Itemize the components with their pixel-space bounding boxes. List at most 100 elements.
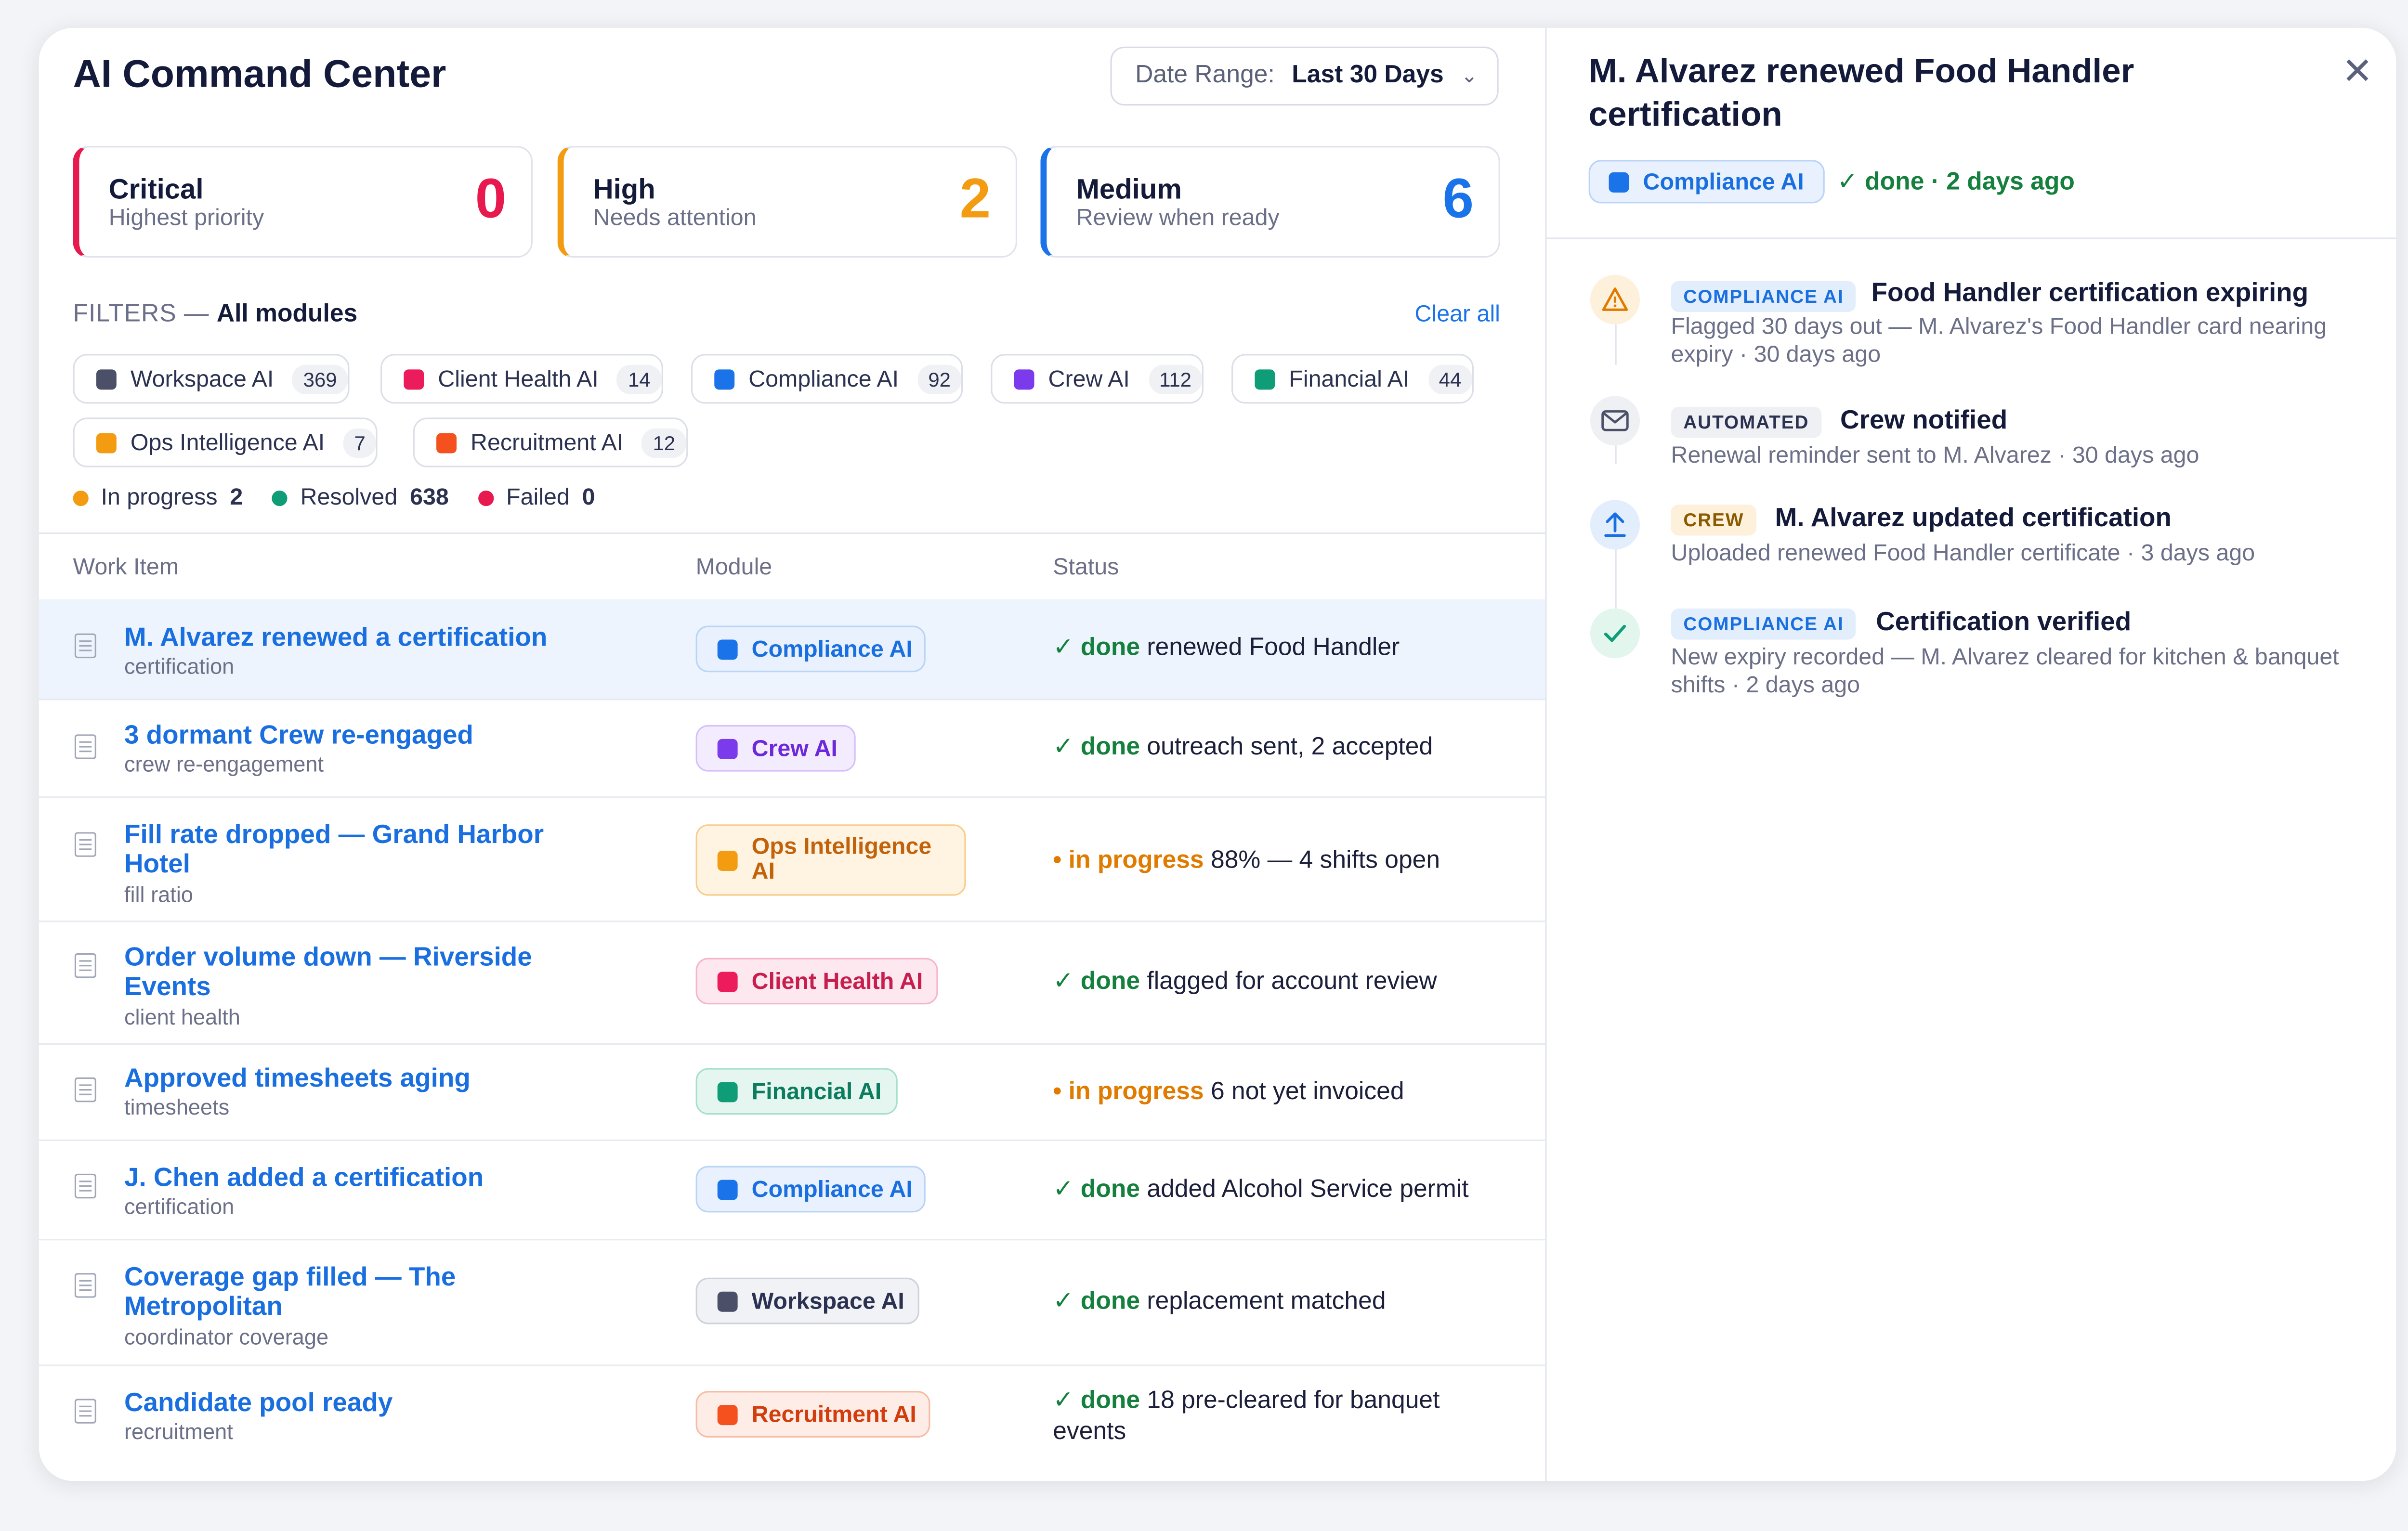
status-cell: • in progress 6 not yet invoiced — [1053, 1077, 1503, 1108]
document-icon — [74, 734, 96, 759]
detail-panel: M. Alvarez renewed Food Handler certific… — [1545, 28, 2396, 1481]
status-cell: • in progress 88% — 4 shifts open — [1053, 846, 1503, 877]
table-row[interactable]: Candidate pool ready recruitment Recruit… — [39, 1366, 1545, 1481]
work-item-title[interactable]: Approved timesheets aging — [124, 1064, 590, 1093]
module-color-swatch — [1014, 368, 1034, 389]
work-item-subtitle: timesheets — [124, 1094, 230, 1119]
table-row[interactable]: M. Alvarez renewed a certification certi… — [39, 599, 1545, 701]
document-icon — [74, 1173, 96, 1199]
chip-count: 14 — [617, 364, 662, 394]
legend-failed[interactable]: Failed 0 — [478, 484, 595, 511]
filter-chip-client-health-ai[interactable]: Client Health AI 14 — [380, 354, 663, 404]
table-row[interactable]: Fill rate dropped — Grand Harbor Hotel f… — [39, 798, 1545, 922]
module-badge: Financial AI — [695, 1068, 898, 1115]
module-color-swatch — [717, 850, 738, 870]
priority-card-critical[interactable]: Critical Highest priority 0 — [73, 146, 533, 258]
timeline-connector — [1615, 324, 1617, 365]
module-color-swatch — [717, 1291, 738, 1311]
event-headline: Certification verified — [1876, 607, 2132, 637]
detail-module-label: Compliance AI — [1643, 168, 1804, 195]
filter-chip-ops-intelligence-ai[interactable]: Ops Intelligence AI 7 — [73, 417, 378, 467]
module-badge-label: Workspace AI — [751, 1287, 904, 1314]
event-headline: Food Handler certification expiring — [1871, 278, 2309, 308]
module-badge: Compliance AI — [695, 625, 926, 673]
column-header-module[interactable]: Module — [696, 554, 772, 581]
work-item-title[interactable]: Coverage gap filled — The Metropolitan — [124, 1262, 590, 1322]
work-item-title[interactable]: J. Chen added a certification — [124, 1163, 590, 1192]
status-detail: 88% — 4 shifts open — [1211, 847, 1440, 874]
module-badge-label: Compliance AI — [751, 1176, 913, 1203]
event-headline: M. Alvarez updated certification — [1775, 503, 2172, 533]
module-badge: Crew AI — [695, 725, 856, 772]
status-detail: 6 not yet invoiced — [1211, 1079, 1404, 1105]
table-row[interactable]: 3 dormant Crew re-engaged crew re-engage… — [39, 700, 1545, 798]
status-check-icon: ✓ — [1053, 635, 1074, 662]
table-header: Work Item Module Status — [39, 532, 1545, 603]
status-state: done — [1080, 969, 1140, 995]
table-row[interactable]: J. Chen added a certification certificat… — [39, 1141, 1545, 1241]
clear-all-link[interactable]: Clear all — [1415, 301, 1500, 328]
priority-card-high[interactable]: High Needs attention 2 — [557, 146, 1018, 258]
chip-label: Compliance AI — [748, 365, 899, 392]
chip-count: 112 — [1148, 364, 1203, 394]
filter-chip-crew-ai[interactable]: Crew AI 112 — [991, 354, 1204, 404]
event-body: New expiry recorded — M. Alvarez cleared… — [1671, 644, 2339, 699]
module-badge: Workspace AI — [695, 1277, 919, 1324]
date-range-select[interactable]: Date Range: Last 30 Days ⌄ — [1110, 46, 1499, 106]
chip-label: Client Health AI — [438, 365, 599, 392]
filter-chip-workspace-ai[interactable]: Workspace AI 369 — [73, 354, 350, 404]
detail-title: M. Alvarez renewed Food Handler certific… — [1588, 51, 2134, 134]
detail-status: ✓ done · 2 days ago — [1837, 169, 2075, 196]
status-detail: renewed Food Handler — [1147, 635, 1400, 662]
filter-chip-financial-ai[interactable]: Financial AI 44 — [1231, 354, 1474, 404]
filter-chip-recruitment-ai[interactable]: Recruitment AI 12 — [413, 417, 688, 467]
event-body: Flagged 30 days out — M. Alvarez's Food … — [1671, 313, 2327, 368]
warning-icon — [1590, 274, 1640, 324]
priority-subtitle: Review when ready — [1076, 205, 1280, 232]
document-icon — [74, 1399, 96, 1424]
chip-label: Financial AI — [1289, 365, 1410, 392]
work-item-title[interactable]: M. Alvarez renewed a certification — [124, 623, 590, 652]
work-item-title[interactable]: Order volume down — Riverside Events — [124, 942, 590, 1001]
priority-count: 2 — [959, 166, 991, 230]
module-badge: Ops Intelligence AI — [695, 824, 966, 896]
module-badge: Recruitment AI — [695, 1391, 930, 1438]
column-header-work-item[interactable]: Work Item — [73, 554, 179, 581]
table-row[interactable]: Coverage gap filled — The Metropolitan c… — [39, 1240, 1545, 1366]
module-color-swatch — [714, 368, 735, 389]
command-center-card: AI Command Center Date Range: Last 30 Da… — [39, 28, 2396, 1481]
work-item-title[interactable]: Candidate pool ready — [124, 1388, 590, 1417]
priority-count: 0 — [475, 166, 507, 230]
chip-count: 92 — [917, 364, 962, 394]
chip-label: Recruitment AI — [471, 429, 624, 456]
status-dot — [272, 490, 288, 506]
status-detail: outreach sent, 2 accepted — [1147, 734, 1433, 761]
legend-in-progress[interactable]: In progress 2 — [73, 484, 243, 511]
table-row[interactable]: Order volume down — Riverside Events cli… — [39, 922, 1545, 1045]
column-header-status[interactable]: Status — [1053, 554, 1119, 581]
table-row[interactable]: Approved timesheets aging timesheets Fin… — [39, 1045, 1545, 1142]
work-item-title[interactable]: 3 dormant Crew re-engaged — [124, 720, 590, 750]
check-icon — [1590, 609, 1640, 659]
document-icon — [74, 1273, 96, 1298]
work-item-subtitle: certification — [124, 653, 235, 679]
work-item-subtitle: fill ratio — [124, 882, 193, 907]
work-item-title[interactable]: Fill rate dropped — Grand Harbor Hotel — [124, 820, 590, 879]
timeline-connector — [1615, 548, 1617, 609]
close-icon[interactable]: ✕ — [2342, 50, 2373, 95]
event-tag: CREW — [1671, 504, 1757, 536]
filter-chip-compliance-ai[interactable]: Compliance AI 92 — [691, 354, 963, 404]
module-color-swatch — [404, 368, 424, 389]
chip-count: 7 — [343, 428, 377, 457]
priority-card-medium[interactable]: Medium Review when ready 6 — [1040, 146, 1500, 258]
legend-count: 638 — [410, 484, 449, 511]
legend-label: In progress — [101, 484, 218, 511]
work-queue-panel: AI Command Center Date Range: Last 30 Da… — [39, 28, 1545, 1481]
module-color-swatch — [436, 432, 457, 453]
legend-resolved[interactable]: Resolved 638 — [272, 484, 449, 511]
module-badge: Client Health AI — [695, 958, 938, 1005]
status-legend: In progress 2 Resolved 638 Failed 0 — [73, 484, 625, 511]
page-title: AI Command Center — [73, 52, 446, 96]
status-cell: ✓ done replacement matched — [1053, 1287, 1503, 1318]
document-icon — [74, 633, 96, 659]
